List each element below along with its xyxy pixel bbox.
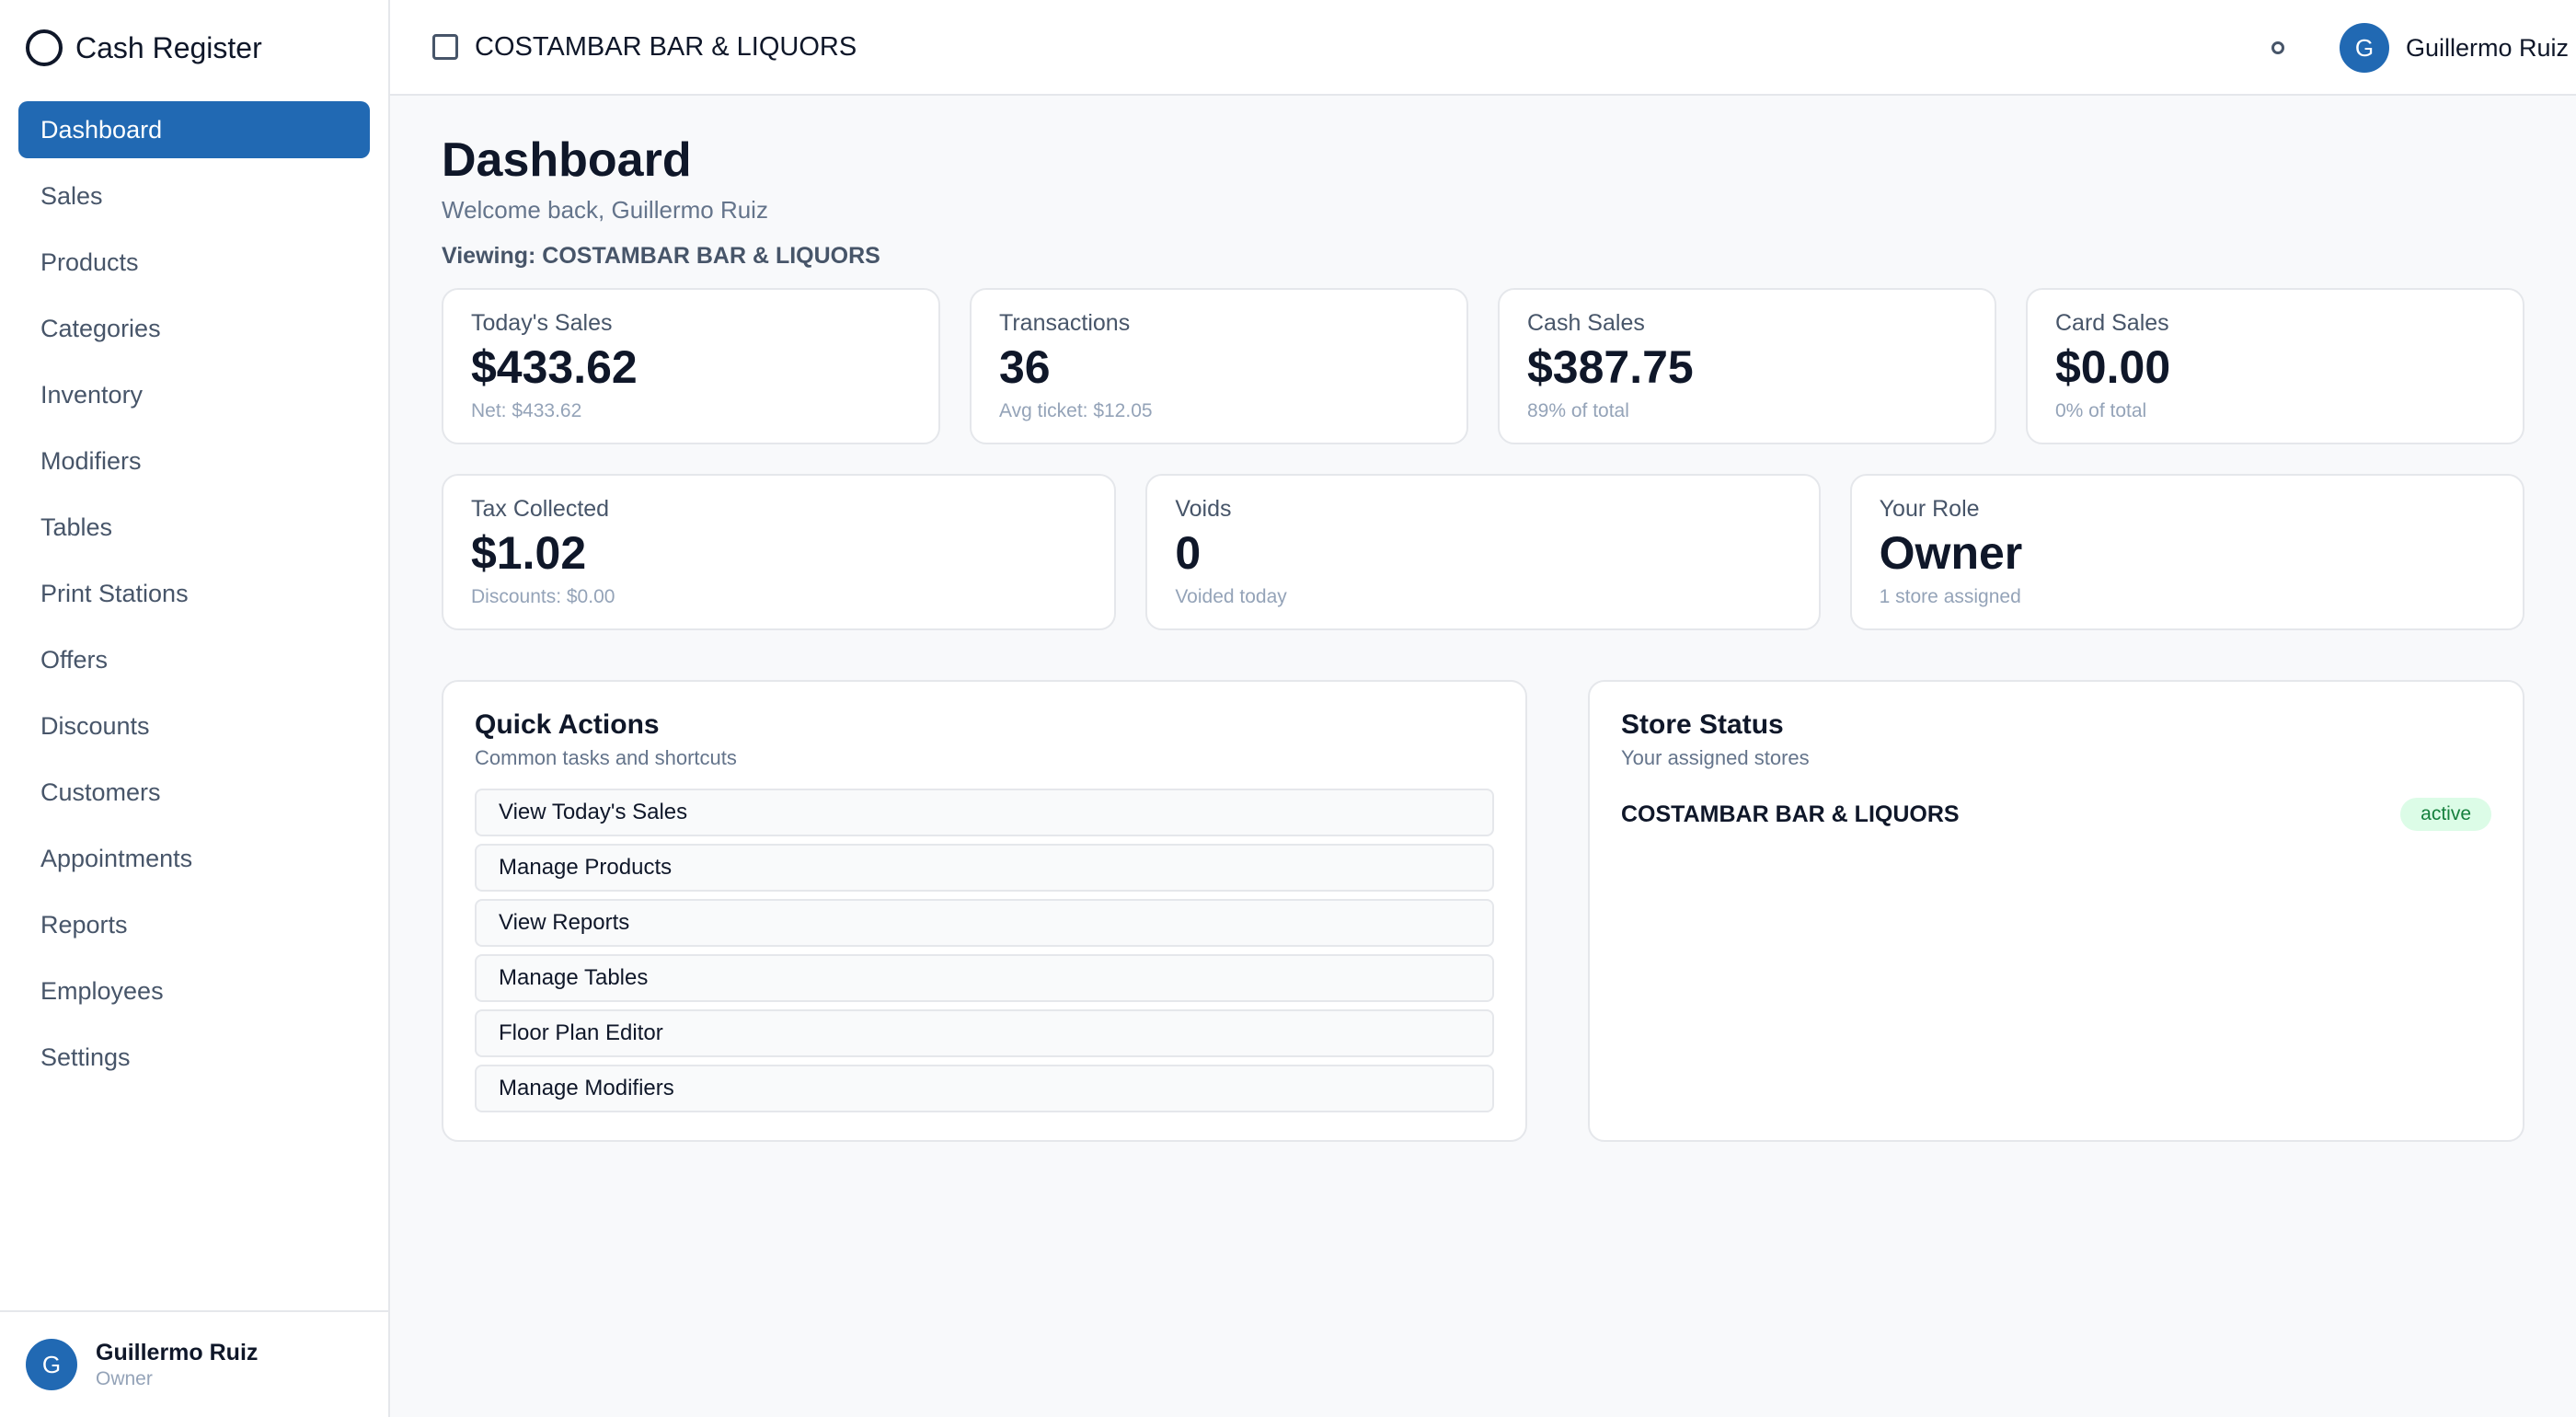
sidebar: Cash Register Dashboard Sales Products C… bbox=[0, 0, 390, 1417]
panel-subtitle: Common tasks and shortcuts bbox=[475, 746, 737, 770]
avatar: G bbox=[26, 1339, 77, 1390]
sidebar-item-print-stations[interactable]: Print Stations bbox=[18, 565, 370, 622]
page-title: Dashboard bbox=[442, 133, 692, 187]
stat-card-transactions: Transactions 36 Avg ticket: $12.05 bbox=[970, 288, 1468, 445]
action-list: View Today's Sales Manage Products View … bbox=[475, 789, 1494, 1113]
view-todays-sales-button[interactable]: View Today's Sales bbox=[475, 789, 1494, 837]
stat-value: $433.62 bbox=[471, 341, 638, 394]
dashboard-content: Dashboard Welcome back, Guillermo Ruiz V… bbox=[390, 96, 2576, 1143]
stat-label: Card Sales bbox=[2055, 310, 2169, 337]
stat-label: Cash Sales bbox=[1527, 310, 1645, 337]
status-badge: active bbox=[2400, 798, 2491, 832]
circle-logo-icon bbox=[26, 29, 63, 66]
main-area: COSTAMBAR BAR & LIQUORS G Guillermo Ruiz… bbox=[390, 0, 2576, 1417]
sidebar-user[interactable]: G Guillermo Ruiz Owner bbox=[0, 1310, 388, 1417]
stat-value: 36 bbox=[999, 341, 1051, 394]
app-title: Cash Register bbox=[75, 30, 262, 64]
stat-card-voids: Voids 0 Voided today bbox=[1145, 474, 1821, 631]
stat-label: Voids bbox=[1175, 496, 1232, 523]
manage-tables-button[interactable]: Manage Tables bbox=[475, 954, 1494, 1003]
view-reports-button[interactable]: View Reports bbox=[475, 899, 1494, 948]
sidebar-user-text: Guillermo Ruiz Owner bbox=[96, 1340, 258, 1390]
stat-card-your-role: Your Role Owner 1 store assigned bbox=[1849, 474, 2524, 631]
topbar-store-name: COSTAMBAR BAR & LIQUORS bbox=[475, 31, 857, 62]
sidebar-item-employees[interactable]: Employees bbox=[18, 962, 370, 1020]
stat-sub: 1 store assigned bbox=[1879, 586, 2021, 608]
welcome-text: Welcome back, Guillermo Ruiz bbox=[442, 196, 768, 225]
stat-sub: Avg ticket: $12.05 bbox=[999, 400, 1153, 422]
panels-row: Quick Actions Common tasks and shortcuts… bbox=[442, 680, 2524, 1143]
sidebar-item-sales[interactable]: Sales bbox=[18, 167, 370, 225]
sidebar-item-dashboard[interactable]: Dashboard bbox=[18, 101, 370, 158]
sidebar-item-products[interactable]: Products bbox=[18, 234, 370, 291]
manage-products-button[interactable]: Manage Products bbox=[475, 844, 1494, 893]
sidebar-item-settings[interactable]: Settings bbox=[18, 1029, 370, 1086]
topbar-avatar[interactable]: G bbox=[2339, 23, 2389, 73]
sidebar-item-inventory[interactable]: Inventory bbox=[18, 366, 370, 423]
stat-label: Transactions bbox=[999, 310, 1131, 337]
sidebar-nav: Dashboard Sales Products Categories Inve… bbox=[0, 96, 388, 1086]
stat-value: 0 bbox=[1175, 527, 1202, 580]
sidebar-item-offers[interactable]: Offers bbox=[18, 631, 370, 688]
status-dot-icon[interactable] bbox=[2271, 41, 2284, 54]
stat-sub: Voided today bbox=[1175, 586, 1287, 608]
brand[interactable]: Cash Register bbox=[0, 0, 388, 96]
stats-row-primary: Today's Sales $433.62 Net: $433.62 Trans… bbox=[442, 288, 2524, 445]
sidebar-item-customers[interactable]: Customers bbox=[18, 764, 370, 821]
stat-card-cash-sales: Cash Sales $387.75 89% of total bbox=[1498, 288, 1996, 445]
store-checkbox[interactable] bbox=[432, 34, 458, 60]
stat-sub: 89% of total bbox=[1527, 400, 1629, 422]
viewing-text: Viewing: COSTAMBAR BAR & LIQUORS bbox=[442, 243, 880, 270]
stat-sub: 0% of total bbox=[2055, 400, 2147, 422]
stats-row-secondary: Tax Collected $1.02 Discounts: $0.00 Voi… bbox=[442, 474, 2524, 631]
sidebar-user-role: Owner bbox=[96, 1367, 153, 1389]
list-item: COSTAMBAR BAR & LIQUORS active bbox=[1621, 798, 2491, 832]
stat-value: $387.75 bbox=[1527, 341, 1694, 394]
app-root: Cash Register Dashboard Sales Products C… bbox=[0, 0, 2576, 1417]
store-name: COSTAMBAR BAR & LIQUORS bbox=[1621, 801, 1960, 827]
stat-label: Today's Sales bbox=[471, 310, 613, 337]
sidebar-user-name: Guillermo Ruiz bbox=[96, 1339, 259, 1365]
stat-value: $1.02 bbox=[471, 527, 587, 580]
sidebar-item-categories[interactable]: Categories bbox=[18, 300, 370, 357]
floor-plan-editor-button[interactable]: Floor Plan Editor bbox=[475, 1009, 1494, 1058]
stat-sub: Net: $433.62 bbox=[471, 400, 582, 422]
topbar-user-name[interactable]: Guillermo Ruiz bbox=[2406, 34, 2569, 63]
manage-modifiers-button[interactable]: Manage Modifiers bbox=[475, 1065, 1494, 1113]
panel-subtitle: Your assigned stores bbox=[1621, 746, 1810, 770]
sidebar-item-modifiers[interactable]: Modifiers bbox=[18, 432, 370, 490]
stat-label: Tax Collected bbox=[471, 496, 610, 523]
topbar: COSTAMBAR BAR & LIQUORS G Guillermo Ruiz bbox=[390, 0, 2576, 96]
sidebar-item-appointments[interactable]: Appointments bbox=[18, 830, 370, 887]
sidebar-item-tables[interactable]: Tables bbox=[18, 499, 370, 556]
stat-sub: Discounts: $0.00 bbox=[471, 586, 615, 608]
panel-title: Store Status bbox=[1621, 709, 1784, 741]
stat-card-tax-collected: Tax Collected $1.02 Discounts: $0.00 bbox=[442, 474, 1117, 631]
store-status-panel: Store Status Your assigned stores COSTAM… bbox=[1588, 680, 2524, 1143]
topbar-right: G Guillermo Ruiz bbox=[2271, 0, 2569, 96]
sidebar-item-discounts[interactable]: Discounts bbox=[18, 697, 370, 755]
sidebar-item-reports[interactable]: Reports bbox=[18, 896, 370, 953]
panel-title: Quick Actions bbox=[475, 709, 660, 741]
stat-card-card-sales: Card Sales $0.00 0% of total bbox=[2026, 288, 2524, 445]
stat-label: Your Role bbox=[1879, 496, 1980, 523]
stat-value: $0.00 bbox=[2055, 341, 2171, 394]
stat-card-todays-sales: Today's Sales $433.62 Net: $433.62 bbox=[442, 288, 940, 445]
stat-value: Owner bbox=[1879, 527, 2023, 580]
quick-actions-panel: Quick Actions Common tasks and shortcuts… bbox=[442, 680, 1527, 1143]
